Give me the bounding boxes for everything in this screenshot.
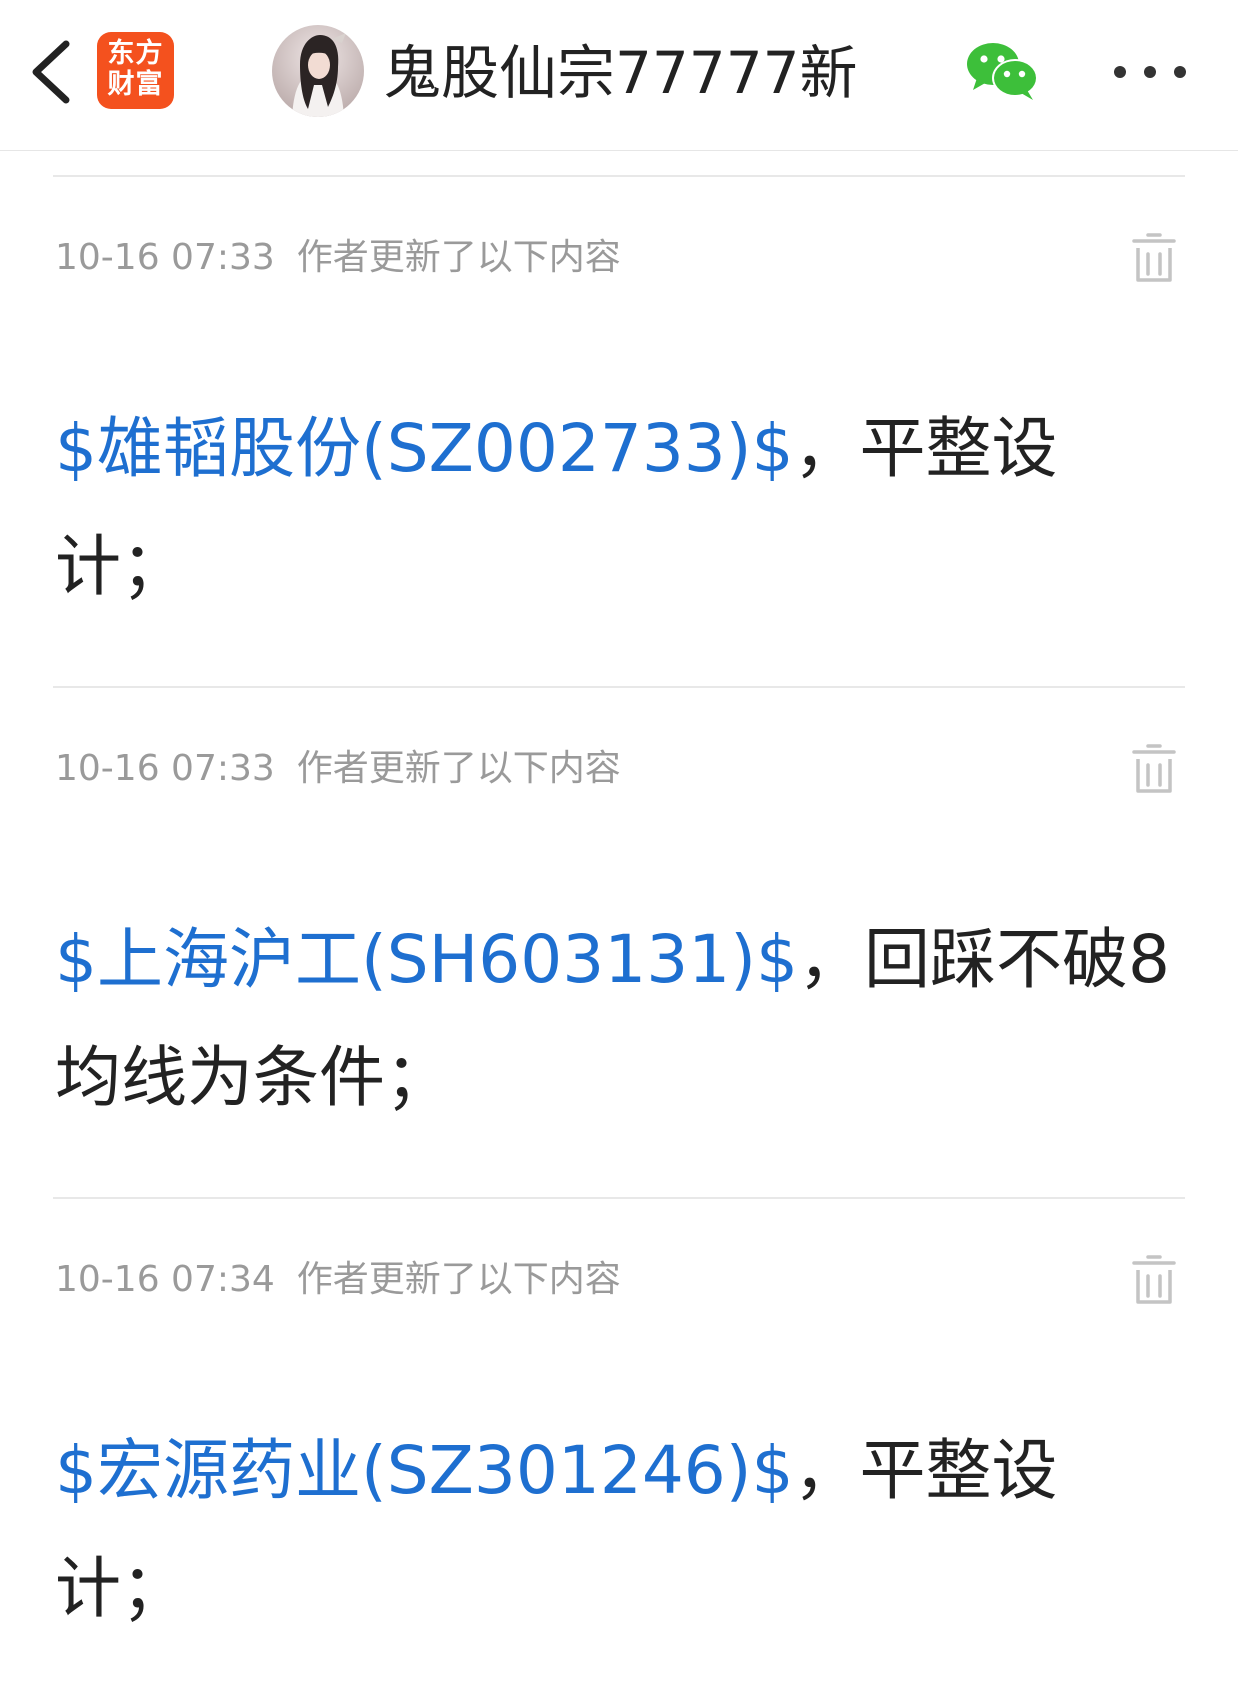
update-time: 10-16 07:33 xyxy=(55,237,275,278)
stock-link[interactable]: $雄韬股份(SZ002733)$ xyxy=(55,410,794,487)
page-title: 鬼股仙宗77777新 xyxy=(383,39,858,107)
avatar[interactable] xyxy=(272,25,364,117)
trash-icon xyxy=(1132,233,1176,282)
update-meta: 10-16 07:34 作者更新了以下内容 xyxy=(55,1258,621,1302)
app-logo-line1: 东方 xyxy=(107,38,164,69)
top-nav-bar: 东方 财富 鬼股仙宗77777新 xyxy=(0,0,1238,151)
update-label: 作者更新了以下内容 xyxy=(296,748,621,789)
update-time: 10-16 07:33 xyxy=(55,748,275,789)
update-meta: 10-16 07:33 作者更新了以下内容 xyxy=(55,236,621,280)
delete-button[interactable] xyxy=(1132,232,1176,284)
delete-button[interactable] xyxy=(1132,1254,1176,1306)
wechat-share-button[interactable] xyxy=(965,40,1041,102)
wechat-icon xyxy=(967,43,1038,100)
update-meta: 10-16 07:33 作者更新了以下内容 xyxy=(55,747,621,791)
divider xyxy=(53,1197,1185,1199)
more-button[interactable] xyxy=(1110,50,1190,94)
more-dots-icon xyxy=(1114,66,1186,78)
update-time: 10-16 07:34 xyxy=(55,1259,275,1300)
trash-icon xyxy=(1132,744,1176,793)
update-label: 作者更新了以下内容 xyxy=(296,1259,621,1300)
back-button[interactable] xyxy=(22,32,82,112)
divider xyxy=(53,686,1185,688)
divider xyxy=(53,175,1185,177)
update-content: $上海沪工(SH603131)$，回踩不破8均线为条件； xyxy=(55,901,1185,1137)
update-label: 作者更新了以下内容 xyxy=(296,237,621,278)
app-logo[interactable]: 东方 财富 xyxy=(97,32,174,109)
trash-icon xyxy=(1132,1255,1176,1304)
app-logo-line2: 财富 xyxy=(107,69,164,100)
stock-link[interactable]: $宏源药业(SZ301246)$ xyxy=(55,1432,794,1509)
stock-link[interactable]: $上海沪工(SH603131)$ xyxy=(55,921,798,998)
chevron-left-icon xyxy=(32,40,70,104)
update-content: $宏源药业(SZ301246)$，平整设计； xyxy=(55,1412,1185,1648)
delete-button[interactable] xyxy=(1132,743,1176,795)
avatar-image xyxy=(272,25,364,117)
update-content: $雄韬股份(SZ002733)$，平整设计； xyxy=(55,390,1185,626)
